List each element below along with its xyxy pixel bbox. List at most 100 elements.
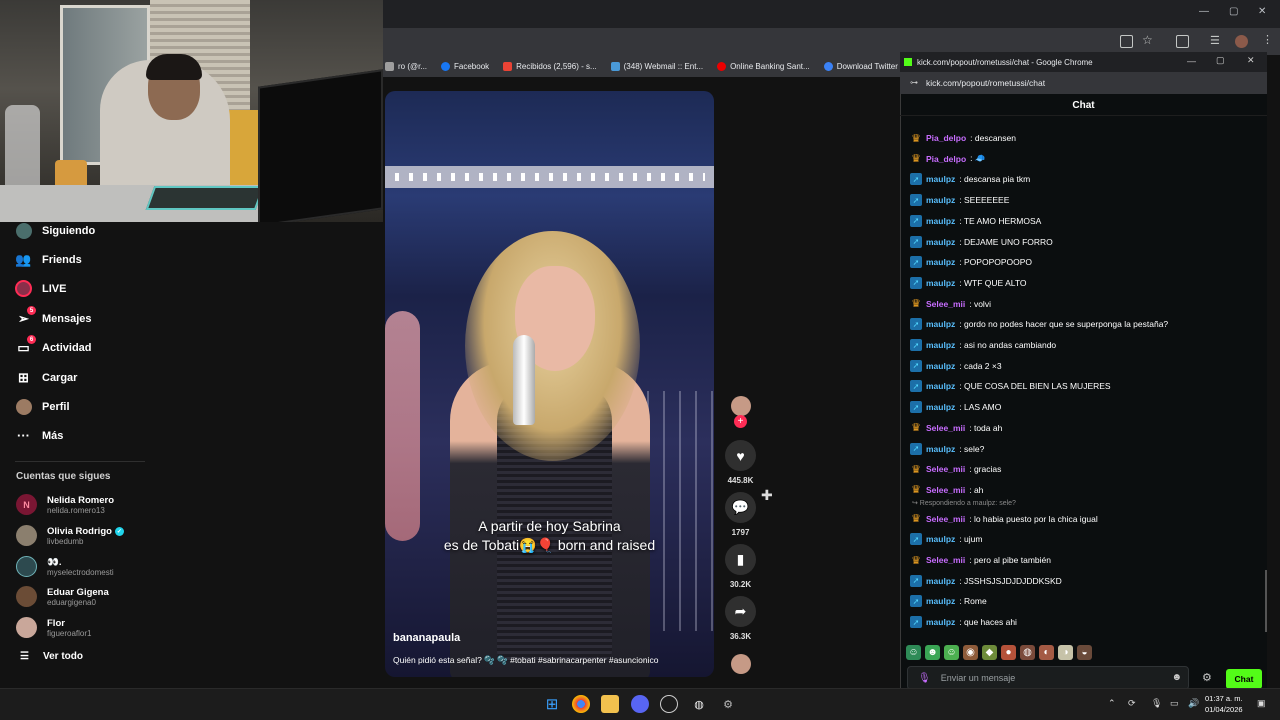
emote-icon[interactable]: ☺ bbox=[944, 644, 959, 660]
close-icon[interactable]: ✕ bbox=[1247, 55, 1255, 66]
comment-action[interactable]: 💬 1797 bbox=[725, 492, 756, 537]
comment-icon[interactable]: 💬 bbox=[725, 492, 756, 523]
notification-icon[interactable]: ▣ bbox=[1257, 698, 1266, 709]
like-action[interactable]: ♥ 445.8K bbox=[725, 440, 756, 485]
tray-app-icon[interactable]: ⟳ bbox=[1128, 698, 1136, 709]
follow-plus-icon[interactable]: + bbox=[734, 415, 747, 428]
chat-username[interactable]: Selee_mii bbox=[926, 423, 965, 433]
install-app-icon[interactable] bbox=[1120, 35, 1133, 48]
video-author[interactable]: bananapaula bbox=[393, 632, 460, 644]
microphone-icon[interactable]: 🎙 bbox=[918, 673, 931, 684]
chat-username[interactable]: Pia_delpo bbox=[926, 154, 966, 164]
close-icon[interactable]: ✕ bbox=[1258, 6, 1266, 17]
discord-icon[interactable] bbox=[631, 695, 649, 713]
chat-username[interactable]: maulpz bbox=[926, 278, 955, 288]
save-action[interactable]: ▮ 30.2K bbox=[725, 544, 756, 589]
emote-icon[interactable]: ◍ bbox=[1020, 644, 1035, 660]
chat-username[interactable]: maulpz bbox=[926, 444, 955, 454]
minimize-icon[interactable]: — bbox=[1187, 56, 1196, 66]
reading-list-icon[interactable]: ☰ bbox=[1210, 34, 1220, 47]
music-disc-icon[interactable] bbox=[731, 654, 751, 674]
chat-username[interactable]: Selee_mii bbox=[926, 485, 965, 495]
nav-friends[interactable]: 👥 Friends bbox=[15, 251, 81, 268]
site-info-icon[interactable]: ⊶ bbox=[910, 78, 918, 87]
emote-icon[interactable]: ☻ bbox=[925, 644, 940, 660]
chat-username[interactable]: Selee_mii bbox=[926, 555, 965, 565]
extensions-icon[interactable] bbox=[1176, 35, 1189, 48]
emote-icon[interactable]: ◆ bbox=[982, 644, 997, 660]
gear-icon[interactable]: ⚙ bbox=[1202, 671, 1212, 684]
nav-messages[interactable]: ➢ 5 Mensajes bbox=[15, 306, 92, 327]
chat-username[interactable]: maulpz bbox=[926, 237, 955, 247]
system-clock[interactable]: 01:37 a. m. 01/04/2026 bbox=[1205, 693, 1243, 715]
nav-profile[interactable]: Perfil bbox=[15, 398, 70, 415]
bookmark-icon[interactable]: ▮ bbox=[725, 544, 756, 575]
followed-account[interactable]: 👀. myselectrodomesti bbox=[16, 556, 114, 577]
bookmark-item[interactable]: Facebook bbox=[441, 61, 489, 71]
chat-username[interactable]: maulpz bbox=[926, 596, 955, 606]
chat-username[interactable]: maulpz bbox=[926, 257, 955, 267]
chat-username[interactable]: maulpz bbox=[926, 361, 955, 371]
chat-message-input[interactable]: 🎙 Enviar un mensaje ☻ bbox=[907, 666, 1189, 690]
nav-more[interactable]: ··· Más bbox=[15, 427, 63, 444]
chat-username[interactable]: maulpz bbox=[926, 340, 955, 350]
heart-icon[interactable]: ♥ bbox=[725, 440, 756, 471]
chat-username[interactable]: maulpz bbox=[926, 576, 955, 586]
chat-username[interactable]: maulpz bbox=[926, 216, 955, 226]
nav-upload[interactable]: ⊞ Cargar bbox=[15, 369, 77, 386]
chat-username[interactable]: maulpz bbox=[926, 402, 955, 412]
bookmark-item[interactable]: Recibidos (2,596) - s... bbox=[503, 61, 597, 71]
followed-account[interactable]: N Nelida Romero nelida.romero13 bbox=[16, 494, 114, 515]
followed-account[interactable]: Olivia Rodrigo ✓ livbedumb bbox=[16, 525, 124, 546]
emote-icon[interactable]: ◉ bbox=[963, 644, 978, 660]
maximize-icon[interactable]: ▢ bbox=[1229, 6, 1238, 17]
emoji-picker-icon[interactable]: ☻ bbox=[1171, 672, 1182, 683]
chat-username[interactable]: maulpz bbox=[926, 319, 955, 329]
volume-icon[interactable]: 🔊 bbox=[1188, 698, 1199, 709]
bookmark-item[interactable]: ro (@r... bbox=[385, 61, 427, 71]
chat-username[interactable]: Selee_mii bbox=[926, 464, 965, 474]
chat-username[interactable]: maulpz bbox=[926, 617, 955, 627]
emote-icon[interactable]: ● bbox=[1001, 644, 1016, 660]
nav-live[interactable]: LIVE bbox=[15, 280, 66, 297]
tray-mic-icon[interactable]: 🎙 bbox=[1151, 698, 1162, 709]
chat-username[interactable]: maulpz bbox=[926, 534, 955, 544]
followed-account[interactable]: Flor figueroaflor1 bbox=[16, 617, 91, 638]
chrome-icon[interactable] bbox=[572, 695, 590, 713]
bookmark-item[interactable]: (348) Webmail :: Ent... bbox=[610, 61, 703, 71]
chat-username[interactable]: Pia_delpo bbox=[926, 133, 966, 143]
app-icon[interactable]: ◍ bbox=[690, 695, 708, 713]
file-explorer-icon[interactable] bbox=[601, 695, 619, 713]
see-all-link[interactable]: ☰ Ver todo bbox=[20, 651, 83, 662]
minimize-icon[interactable]: — bbox=[1199, 6, 1209, 17]
share-icon[interactable]: ➦ bbox=[725, 596, 756, 627]
bookmark-star-icon[interactable]: ☆ bbox=[1142, 33, 1153, 47]
share-action[interactable]: ➦ 36.3K bbox=[725, 596, 756, 641]
followed-account[interactable]: Eduar Gigena eduargigena0 bbox=[16, 586, 109, 607]
nav-following[interactable]: Siguiendo bbox=[15, 222, 95, 239]
network-icon[interactable]: ▭ bbox=[1170, 698, 1179, 709]
chat-username[interactable]: maulpz bbox=[926, 381, 955, 391]
browser-menu-icon[interactable]: ⋮ bbox=[1262, 33, 1273, 46]
nav-activity[interactable]: ▭ 6 Actividad bbox=[15, 335, 92, 356]
emote-icon[interactable]: ◒ bbox=[1077, 644, 1092, 660]
chat-username[interactable]: Selee_mii bbox=[926, 514, 965, 524]
chat-username[interactable]: Selee_mii bbox=[926, 299, 965, 309]
chat-url-bar[interactable]: kick.com/popout/rometussi/chat bbox=[900, 72, 1267, 94]
bookmark-item[interactable]: Online Banking Sant... bbox=[717, 61, 810, 71]
emote-icon[interactable]: ☺ bbox=[906, 644, 921, 660]
video-player[interactable]: A partir de hoy Sabrina es de Tobati😭🎈 b… bbox=[385, 91, 714, 677]
emote-icon[interactable]: ◑ bbox=[1058, 644, 1073, 660]
obs-icon[interactable] bbox=[660, 695, 678, 713]
profile-avatar[interactable] bbox=[1235, 35, 1248, 48]
settings-gear-icon[interactable]: ⚙ bbox=[719, 695, 737, 713]
creator-avatar[interactable] bbox=[731, 396, 751, 416]
chat-send-button[interactable]: Chat bbox=[1226, 669, 1262, 689]
chat-username[interactable]: maulpz bbox=[926, 174, 955, 184]
emote-icon[interactable]: ◐ bbox=[1039, 644, 1054, 660]
chat-scrollbar[interactable] bbox=[1265, 570, 1267, 632]
chat-username[interactable]: maulpz bbox=[926, 195, 955, 205]
bookmark-item[interactable]: Download Twitter Vi... bbox=[823, 61, 900, 71]
tray-chevron-icon[interactable]: ⌃ bbox=[1108, 698, 1116, 709]
windows-start-icon[interactable]: ⊞ bbox=[543, 695, 561, 713]
